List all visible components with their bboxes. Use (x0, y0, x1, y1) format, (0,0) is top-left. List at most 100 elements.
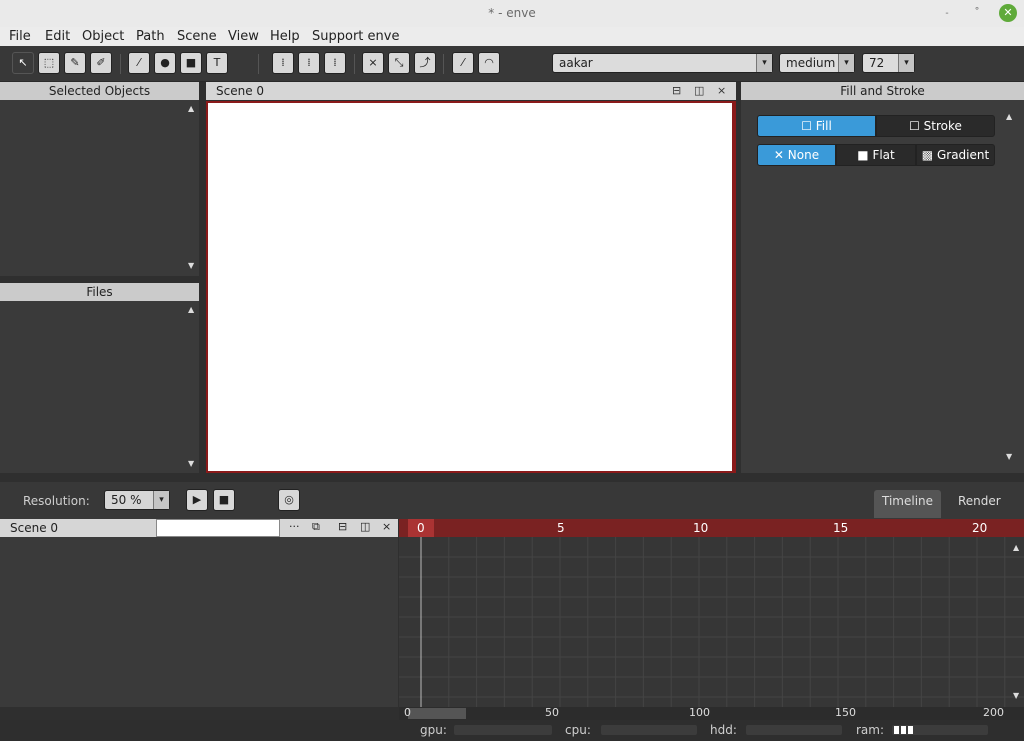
scroll-up-icon[interactable]: ▲ (1013, 543, 1019, 552)
play-button[interactable]: ▶ (186, 489, 208, 511)
resolution-select[interactable]: 50 % ▾ (104, 490, 170, 510)
node-mode-3-icon[interactable]: ⁞ (324, 52, 346, 74)
rectangle-tool-icon[interactable]: ■ (180, 52, 202, 74)
paint-gradient-label: Gradient (936, 148, 990, 162)
stop-button[interactable]: ■ (213, 489, 235, 511)
maximize-button[interactable]: ˚ (968, 4, 986, 22)
files-panel: ▲ ▼ (0, 301, 199, 473)
segment-line-icon[interactable]: ⁄ (452, 52, 474, 74)
flat-square-icon: ■ (857, 148, 869, 162)
font-weight-select[interactable]: medium ▾ (779, 53, 855, 73)
timeline-search-input[interactable] (156, 519, 280, 537)
text-tool-icon[interactable]: T (206, 52, 228, 74)
font-family-select[interactable]: aakar ▾ (552, 53, 773, 73)
cpu-label: cpu: (565, 723, 591, 737)
fill-target-button[interactable]: ☐ Fill (757, 115, 876, 137)
font-size-value: 72 (869, 56, 885, 70)
split-vertical-icon[interactable]: ◫ (360, 520, 370, 533)
paint-flat-button[interactable]: ■ Flat (836, 144, 916, 166)
square-outline-icon: ☐ (909, 119, 920, 133)
menu-help[interactable]: Help (270, 29, 300, 44)
paint-gradient-button[interactable]: ▩ Gradient (916, 144, 995, 166)
menu-support[interactable]: Support enve (312, 29, 399, 44)
frame-tick: 20 (972, 521, 988, 535)
files-header: Files (0, 283, 199, 301)
frame-tick: 15 (833, 521, 849, 535)
canvas-frame (206, 101, 736, 473)
range-tick: 100 (689, 706, 710, 719)
font-size-select[interactable]: 72 ▾ (862, 53, 915, 73)
scene-tab-label[interactable]: Scene 0 (216, 84, 264, 98)
timeline-layers-list (0, 537, 398, 707)
scroll-up-icon[interactable]: ▲ (1006, 112, 1012, 121)
window-title: * - enve (488, 6, 536, 20)
ram-meter (892, 725, 988, 735)
frame-tick: 10 (693, 521, 709, 535)
menu-object[interactable]: Object (82, 29, 124, 44)
menu-path[interactable]: Path (136, 29, 165, 44)
stroke-target-label: Stroke (923, 119, 962, 133)
disconnect-nodes-icon[interactable]: ⤡ (388, 52, 410, 74)
square-icon: ☐ (801, 119, 812, 133)
paint-none-button[interactable]: ✕ None (757, 144, 836, 166)
menu-view[interactable]: View (228, 29, 259, 44)
visible-range-slider[interactable] (408, 708, 466, 719)
select-tool-icon[interactable]: ↖ (12, 52, 34, 74)
split-vertical-icon[interactable]: ◫ (694, 82, 704, 100)
scroll-down-icon[interactable]: ▼ (188, 459, 194, 468)
gpu-label: gpu: (420, 723, 447, 737)
cache-toggle-icon[interactable]: ◎ (278, 489, 300, 511)
main-toolbar: ↖ ⬚ ✎ ✐ ⁄ ● ■ T ⁞ ⁞ ⁞ ⨯ ⤡ ⤴ ⁄ ◠ aakar ▾ … (0, 46, 1024, 82)
cpu-meter (601, 725, 697, 735)
selected-objects-header: Selected Objects (0, 82, 199, 100)
keyframe-grid-lines (399, 537, 1024, 707)
keyframe-grid[interactable]: ▲ ▼ (399, 537, 1024, 707)
paint-flat-label: Flat (872, 148, 895, 162)
merge-nodes-icon[interactable]: ⤴ (414, 52, 436, 74)
circle-tool-icon[interactable]: ● (154, 52, 176, 74)
frame-range-bar[interactable]: 0 50 100 150 200 (399, 706, 1024, 720)
tab-timeline[interactable]: Timeline (874, 490, 942, 518)
menu-scene[interactable]: Scene (177, 29, 217, 44)
scroll-up-icon[interactable]: ▲ (188, 305, 194, 314)
timeline-scene-label[interactable]: Scene 0 (10, 521, 58, 535)
float-view-icon[interactable]: ⧉ (312, 520, 320, 534)
ram-label: ram: (856, 723, 885, 737)
stroke-target-button[interactable]: ☐ Stroke (876, 115, 995, 137)
title-bar: * - enve ˗ ˚ ✕ (0, 0, 1024, 27)
menu-bar: File Edit Object Path Scene View Help Su… (0, 27, 1024, 46)
toolbar-divider (120, 54, 121, 74)
range-tick: 200 (983, 706, 1004, 719)
paint-tool-icon[interactable]: ✐ (90, 52, 112, 74)
status-bar: gpu: cpu: hdd: ram: (0, 720, 1024, 741)
selected-objects-panel: ▲ ▼ (0, 100, 199, 276)
scroll-up-icon[interactable]: ▲ (188, 104, 194, 113)
scroll-down-icon[interactable]: ▼ (1006, 452, 1012, 461)
pick-color-tool-icon[interactable]: ⁄ (128, 52, 150, 74)
menu-file[interactable]: File (9, 29, 31, 44)
tab-render[interactable]: Render (950, 490, 1009, 518)
more-options-icon[interactable]: ··· (289, 520, 300, 533)
menu-edit[interactable]: Edit (45, 29, 70, 44)
toolbar-divider (354, 54, 355, 74)
toolbar-divider (443, 54, 444, 74)
frame-ruler[interactable]: 0 5 10 15 20 (399, 519, 1024, 537)
add-point-tool-icon[interactable]: ✎ (64, 52, 86, 74)
segment-curve-icon[interactable]: ◠ (478, 52, 500, 74)
node-mode-2-icon[interactable]: ⁞ (298, 52, 320, 74)
hdd-meter (746, 725, 842, 735)
scroll-down-icon[interactable]: ▼ (188, 261, 194, 270)
close-view-icon[interactable]: × (717, 82, 726, 100)
range-tick: 0 (404, 706, 411, 719)
point-select-tool-icon[interactable]: ⬚ (38, 52, 60, 74)
split-horizontal-icon[interactable]: ⊟ (338, 520, 347, 533)
close-view-icon[interactable]: × (382, 520, 391, 533)
split-horizontal-icon[interactable]: ⊟ (672, 82, 681, 100)
scene-canvas[interactable] (208, 103, 732, 471)
scroll-down-icon[interactable]: ▼ (1013, 691, 1019, 700)
connect-nodes-icon[interactable]: ⨯ (362, 52, 384, 74)
minimize-button[interactable]: ˗ (938, 4, 956, 22)
chevron-down-icon: ▾ (756, 54, 772, 72)
close-button[interactable]: ✕ (999, 4, 1017, 22)
node-mode-1-icon[interactable]: ⁞ (272, 52, 294, 74)
